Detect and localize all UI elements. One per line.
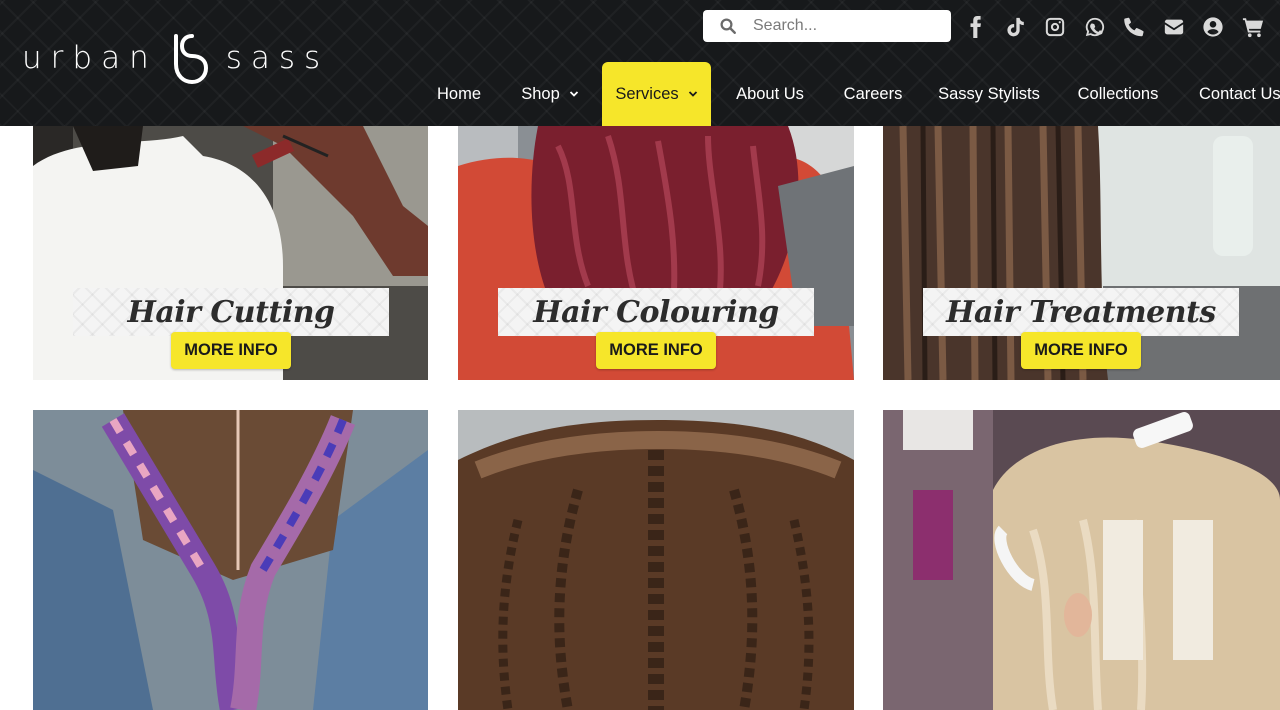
whatsapp-icon[interactable] [1083,15,1107,39]
more-info-button[interactable]: MORE INFO [596,332,716,369]
nav-contact-us[interactable]: Contact Us [1188,62,1280,126]
service-title-banner: Hair Treatments [923,288,1239,336]
nav-contact-us-label: Contact Us [1199,84,1280,103]
nav-sassy-stylists[interactable]: Sassy Stylists [930,62,1048,126]
nav-about-us[interactable]: About Us [724,62,816,126]
service-card-extensions [883,410,1280,710]
nav-collections-label: Collections [1077,84,1159,103]
search-icon[interactable] [719,17,737,35]
braids-photo [33,410,428,710]
main-nav: Home Shop Services About Us Careers Sass… [0,62,1280,126]
phone-icon[interactable] [1122,15,1146,39]
service-card-braids [33,410,428,710]
service-title-banner: Hair Colouring [498,288,814,336]
service-card-hair-cutting: Hair Cutting MORE INFO [33,126,428,380]
chevron-down-icon [569,91,578,97]
nav-shop-label: Shop [521,84,560,103]
nav-sassy-stylists-label: Sassy Stylists [938,84,1040,103]
social-icons [964,12,1280,42]
nav-careers-label: Careers [843,84,903,103]
service-card-hair-treatments: Hair Treatments MORE INFO [883,126,1280,380]
nav-services-label: Services [615,84,679,103]
service-title: Hair Treatments [946,294,1216,330]
nav-home-label: Home [436,84,481,103]
service-card-hair-colouring: Hair Colouring MORE INFO [458,126,854,380]
service-title: Hair Colouring [533,294,779,330]
nav-home[interactable]: Home [422,62,496,126]
site-header: urban sass Search... Home Shop Services … [0,0,1280,126]
search-input[interactable] [753,17,933,35]
nav-about-us-label: About Us [736,84,804,103]
nav-shop[interactable]: Shop [508,62,592,126]
cornrows-photo [458,410,854,710]
chevron-down-icon [688,91,697,97]
nav-careers[interactable]: Careers [832,62,914,126]
service-title: Hair Cutting [127,294,335,330]
extensions-photo [883,410,1280,710]
tiktok-icon[interactable] [1004,15,1028,39]
nav-collections[interactable]: Collections [1064,62,1172,126]
email-icon[interactable] [1162,15,1186,39]
more-info-button[interactable]: MORE INFO [1021,332,1141,369]
nav-services[interactable]: Services [602,62,711,126]
cart-icon[interactable] [1241,15,1265,39]
service-card-cornrows [458,410,854,710]
search-box [703,10,951,42]
more-info-button[interactable]: MORE INFO [171,332,291,369]
service-title-banner: Hair Cutting [73,288,389,336]
facebook-icon[interactable] [964,15,988,39]
account-icon[interactable] [1201,15,1225,39]
instagram-icon[interactable] [1043,15,1067,39]
